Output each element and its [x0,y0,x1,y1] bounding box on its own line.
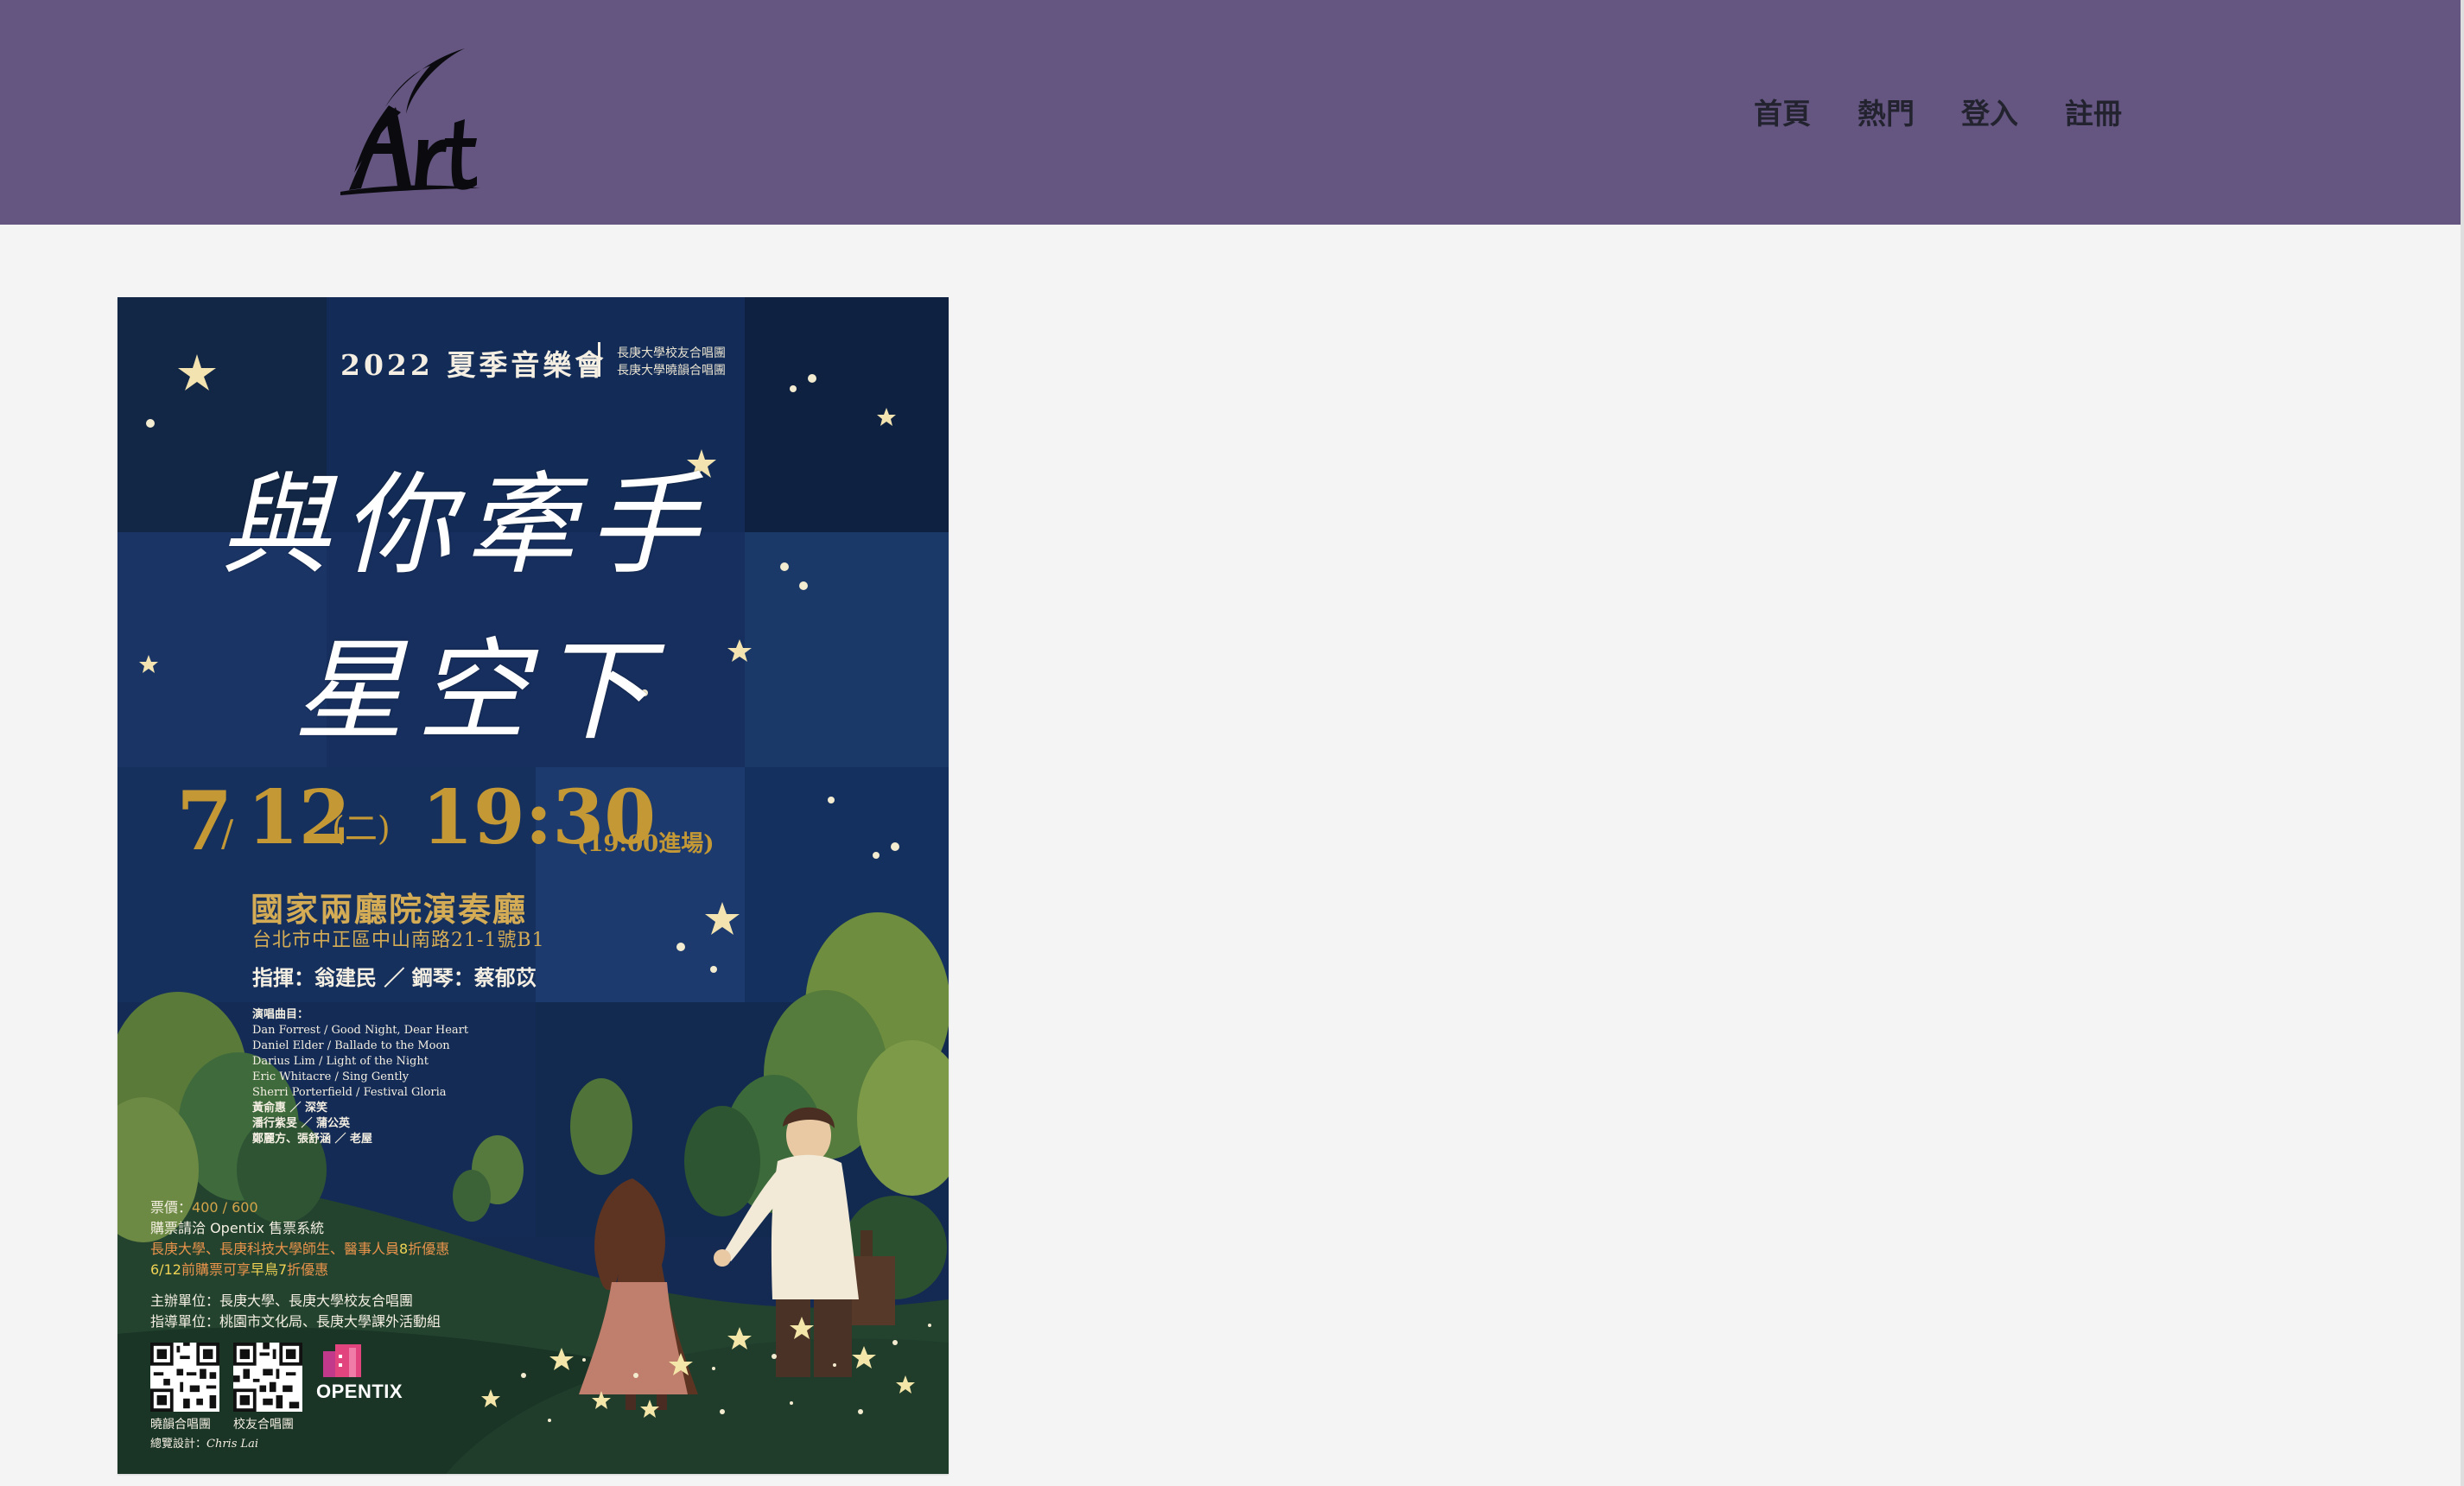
poster-org-line-1: 長庚大學校友合唱團 [617,346,726,360]
discount-line-1: 長庚大學、長庚科技大學師生、醫事人員8折優惠 [150,1239,449,1260]
poster-program: 演唱曲目： Dan Forrest / Good Night, Dear Hea… [252,1007,468,1147]
poster-ticket-info: 票價：400 / 600 購票請洽 Opentix 售票系統 長庚大學、長庚科技… [150,1197,449,1332]
poster-date-slash: / [221,812,234,854]
price-label: 票價： [150,1199,193,1216]
qr-code-icon[interactable] [150,1343,219,1412]
qr-label-1: 曉韻合唱團 [150,1418,211,1432]
program-item: Sherri Porterfield / Festival Gloria [252,1086,447,1099]
poster-title-line-1: 與你牽手 [219,461,711,590]
program-item: 鄭麗方、張舒涵 ／ 老屋 [252,1133,373,1146]
program-item: Daniel Elder / Ballade to the Moon [252,1039,450,1052]
qr-pattern [233,1343,302,1412]
event-poster[interactable]: 2022 夏季音樂會 長庚大學校友合唱團 長庚大學曉韻合唱團 與你牽手 星空下 … [117,297,949,1474]
organizer-line: 主辦單位：長庚大學、長庚大學校友合唱團 [150,1292,414,1309]
opentix-logo-icon [323,1344,361,1377]
program-item: 黃俞惠 ／ 深笑 [252,1102,328,1114]
discount2-number: 7 [277,1261,288,1278]
program-header: 演唱曲目： [252,1008,309,1021]
poster-venue: 國家兩廳院演奏廳 [251,890,528,929]
opentix-label: OPENTIX [316,1381,403,1402]
poster-heading: 2022 夏季音樂會 [340,348,607,382]
poster-date-weekday: (二) [332,810,391,848]
designer-signature: Chris Lai [206,1438,259,1451]
nav-login[interactable]: 登入 [1961,97,2018,131]
poster-title-line-2: 星空下 [294,627,663,756]
supervisor-line: 指導單位：桃園市文化局、長庚大學課外活動組 [150,1313,441,1330]
designer-credit: 總覽設計：Chris Lai [150,1434,258,1451]
scrollbar-edge [2461,0,2464,1486]
site-header: Art 首頁 熱門 登入 註冊 [0,0,2464,225]
main-nav: 首頁 熱門 登入 註冊 [1754,97,2122,131]
program-item: 潘行紫旻 ／ 蒲公英 [252,1117,351,1130]
poster-org-line-2: 長庚大學曉韻合唱團 [617,364,726,378]
price-value: 400 / 600 [192,1199,258,1216]
page: Art 首頁 熱門 登入 註冊 [0,0,2464,1486]
art-logo-icon [340,48,480,195]
discount2-earlybird: 早鳥 [250,1261,278,1278]
qr-label-2: 校友合唱團 [233,1418,294,1432]
designer-label: 總覽設計： [150,1438,207,1451]
price-line: 票價：400 / 600 [150,1197,449,1218]
ticketing-line: 購票請洽 Opentix 售票系統 [150,1220,325,1236]
poster-address: 台北市中正區中山南路21-1號B1 [252,930,545,951]
qr-code-icon[interactable] [233,1343,302,1412]
site-logo[interactable]: Art [328,43,484,199]
poster-credits: 指揮：翁建民 ／ 鋼琴：蔡郁苡 [252,965,537,990]
nav-popular[interactable]: 熱門 [1858,97,1915,131]
discount-line-2: 6/12前購票可享早鳥7折優惠 [150,1260,449,1280]
poster-entry-time: (19:00進場) [577,831,714,857]
nav-home[interactable]: 首頁 [1754,97,1811,131]
discount1-number: 8 [399,1241,409,1257]
discount2-text: 前購票可享 [181,1261,251,1278]
poster-heading-divider [598,342,600,377]
nav-register[interactable]: 註冊 [2065,97,2122,131]
discount2-date: 6/12 [150,1261,181,1278]
discount1-suffix: 折優惠 [408,1241,450,1257]
program-item: Dan Forrest / Good Night, Dear Heart [252,1024,469,1037]
discount2-suffix: 折優惠 [287,1261,329,1278]
qr-pattern [150,1343,219,1412]
program-item: Darius Lim / Light of the Night [252,1055,429,1068]
program-item: Eric Whitacre / Sing Gently [252,1070,410,1083]
discount1-text: 長庚大學、長庚科技大學師生、醫事人員 [150,1241,400,1257]
